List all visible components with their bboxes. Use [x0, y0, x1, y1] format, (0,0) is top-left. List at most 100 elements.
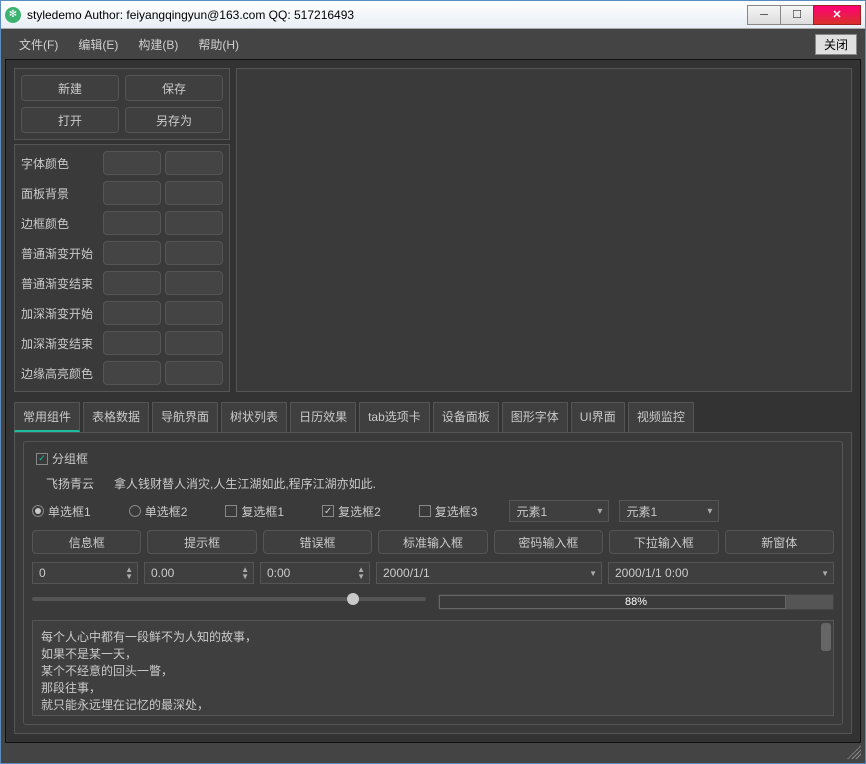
color-row: 加深渐变开始	[21, 301, 223, 325]
tab-6[interactable]: 设备面板	[433, 402, 499, 432]
color-label: 普通渐变结束	[21, 275, 99, 292]
maximize-button[interactable]	[780, 5, 814, 25]
tab-8[interactable]: UI界面	[571, 402, 625, 432]
dialog-button-3[interactable]: 标准输入框	[378, 530, 487, 554]
dialog-button-row: 信息框提示框错误框标准输入框密码输入框下拉输入框新窗体	[32, 530, 834, 554]
spinner-arrows-icon[interactable]: ▲▼	[357, 566, 365, 580]
dialog-button-4[interactable]: 密码输入框	[494, 530, 603, 554]
progressbar: 88%	[438, 594, 834, 610]
color-row: 普通渐变结束	[21, 271, 223, 295]
check1[interactable]: 复选框1	[225, 503, 284, 520]
tab-1[interactable]: 表格数据	[83, 402, 149, 432]
window-title: styledemo Author: feiyangqingyun@163.com…	[27, 8, 748, 22]
app-window: ✻ styledemo Author: feiyangqingyun@163.c…	[0, 0, 866, 764]
statusbar	[3, 745, 863, 761]
minimize-button[interactable]	[747, 5, 781, 25]
color-swatch-button[interactable]	[103, 211, 161, 235]
color-row: 加深渐变结束	[21, 331, 223, 355]
color-label: 普通渐变开始	[21, 245, 99, 262]
close-window-button[interactable]	[813, 5, 861, 25]
spin-date[interactable]: 2000/1/1▼	[376, 562, 602, 584]
tab-2[interactable]: 导航界面	[152, 402, 218, 432]
check3[interactable]: 复选框3	[419, 503, 478, 520]
color-row: 边缘高亮颜色	[21, 361, 223, 385]
tab-0[interactable]: 常用组件	[14, 402, 80, 432]
color-row: 字体颜色	[21, 151, 223, 175]
dialog-button-1[interactable]: 提示框	[147, 530, 256, 554]
combo1[interactable]: 元素1	[509, 500, 609, 522]
file-button-panel: 新建 保存 打开 另存为	[14, 68, 230, 140]
color-swatch-button[interactable]	[103, 241, 161, 265]
dialog-button-6[interactable]: 新窗体	[725, 530, 834, 554]
radio-off-icon	[129, 505, 141, 517]
close-tab-button[interactable]: 关闭	[815, 34, 857, 55]
radio1[interactable]: 单选框1	[32, 503, 91, 520]
menu-build[interactable]: 构建(B)	[128, 33, 188, 56]
color-preview[interactable]	[165, 151, 223, 175]
dialog-button-0[interactable]: 信息框	[32, 530, 141, 554]
tabstrip: 常用组件表格数据导航界面树状列表日历效果tab选项卡设备面板图形字体UI界面视频…	[14, 402, 852, 432]
scroll-thumb[interactable]	[821, 623, 831, 651]
color-swatch-button[interactable]	[103, 301, 161, 325]
textarea[interactable]: 每个人心中都有一段鲜不为人知的故事，如果不是某一天，某个不经意的回头一瞥，那段往…	[32, 620, 834, 716]
color-preview[interactable]	[165, 181, 223, 205]
titlebar[interactable]: ✻ styledemo Author: feiyangqingyun@163.c…	[1, 1, 865, 29]
spinner-arrows-icon[interactable]: ▲▼	[241, 566, 249, 580]
color-swatch-button[interactable]	[103, 271, 161, 295]
color-preview[interactable]	[165, 241, 223, 265]
spin-double[interactable]: 0.00▲▼	[144, 562, 254, 584]
menu-file[interactable]: 文件(F)	[9, 33, 68, 56]
color-row: 普通渐变开始	[21, 241, 223, 265]
checkbox-on-icon	[322, 505, 334, 517]
color-swatch-button[interactable]	[103, 181, 161, 205]
motto-text: 拿人钱财替人消灾,人生江湖如此,程序江湖亦如此.	[114, 475, 376, 492]
save-button[interactable]: 保存	[125, 75, 223, 101]
open-button[interactable]: 打开	[21, 107, 119, 133]
tab-9[interactable]: 视频监控	[628, 402, 694, 432]
dialog-button-5[interactable]: 下拉输入框	[609, 530, 718, 554]
spin-datetime[interactable]: 2000/1/1 0:00▼	[608, 562, 834, 584]
progress-label: 88%	[625, 596, 647, 608]
groupbox-checkbox[interactable]: ✓	[36, 453, 48, 465]
color-swatch-button[interactable]	[103, 151, 161, 175]
color-label: 边框颜色	[21, 215, 99, 232]
menubar: 文件(F) 编辑(E) 构建(B) 帮助(H) 关闭	[3, 31, 863, 57]
slider-thumb[interactable]	[347, 593, 359, 605]
poem-text: 每个人心中都有一段鲜不为人知的故事，如果不是某一天，某个不经意的回头一瞥，那段往…	[41, 629, 825, 716]
dialog-button-2[interactable]: 错误框	[263, 530, 372, 554]
color-preview[interactable]	[165, 331, 223, 355]
slider[interactable]	[32, 594, 426, 604]
saveas-button[interactable]: 另存为	[125, 107, 223, 133]
color-preview[interactable]	[165, 271, 223, 295]
groupbox-title[interactable]: ✓ 分组框	[32, 450, 92, 467]
tab-3[interactable]: 树状列表	[221, 402, 287, 432]
radio2[interactable]: 单选框2	[129, 503, 188, 520]
color-swatch-button[interactable]	[103, 361, 161, 385]
dropdown-arrow-icon[interactable]: ▼	[821, 570, 829, 577]
app-icon: ✻	[5, 7, 21, 23]
tab-7[interactable]: 图形字体	[502, 402, 568, 432]
spin-time[interactable]: 0:00▲▼	[260, 562, 370, 584]
menu-help[interactable]: 帮助(H)	[188, 33, 249, 56]
color-preview[interactable]	[165, 211, 223, 235]
scrollbar[interactable]	[821, 623, 831, 713]
check2[interactable]: 复选框2	[322, 503, 381, 520]
motto-label: 飞扬青云	[32, 475, 106, 492]
new-button[interactable]: 新建	[21, 75, 119, 101]
dropdown-arrow-icon[interactable]: ▼	[589, 570, 597, 577]
menu-edit[interactable]: 编辑(E)	[68, 33, 128, 56]
color-preview[interactable]	[165, 361, 223, 385]
color-preview[interactable]	[165, 301, 223, 325]
color-label: 加深渐变结束	[21, 335, 99, 352]
spinner-arrows-icon[interactable]: ▲▼	[125, 566, 133, 580]
spin-int[interactable]: 0▲▼	[32, 562, 138, 584]
color-label: 边缘高亮颜色	[21, 365, 99, 382]
tab-5[interactable]: tab选项卡	[359, 402, 430, 432]
color-swatch-button[interactable]	[103, 331, 161, 355]
tab-4[interactable]: 日历效果	[290, 402, 356, 432]
tab-content: ✓ 分组框 飞扬青云 拿人钱财替人消灾,人生江湖如此,程序江湖亦如此. 单选框1…	[14, 432, 852, 734]
color-label: 字体颜色	[21, 155, 99, 172]
combo2[interactable]: 元素1	[619, 500, 719, 522]
color-settings-panel: 字体颜色面板背景边框颜色普通渐变开始普通渐变结束加深渐变开始加深渐变结束边缘高亮…	[14, 144, 230, 392]
groupbox-title-text: 分组框	[52, 450, 88, 467]
